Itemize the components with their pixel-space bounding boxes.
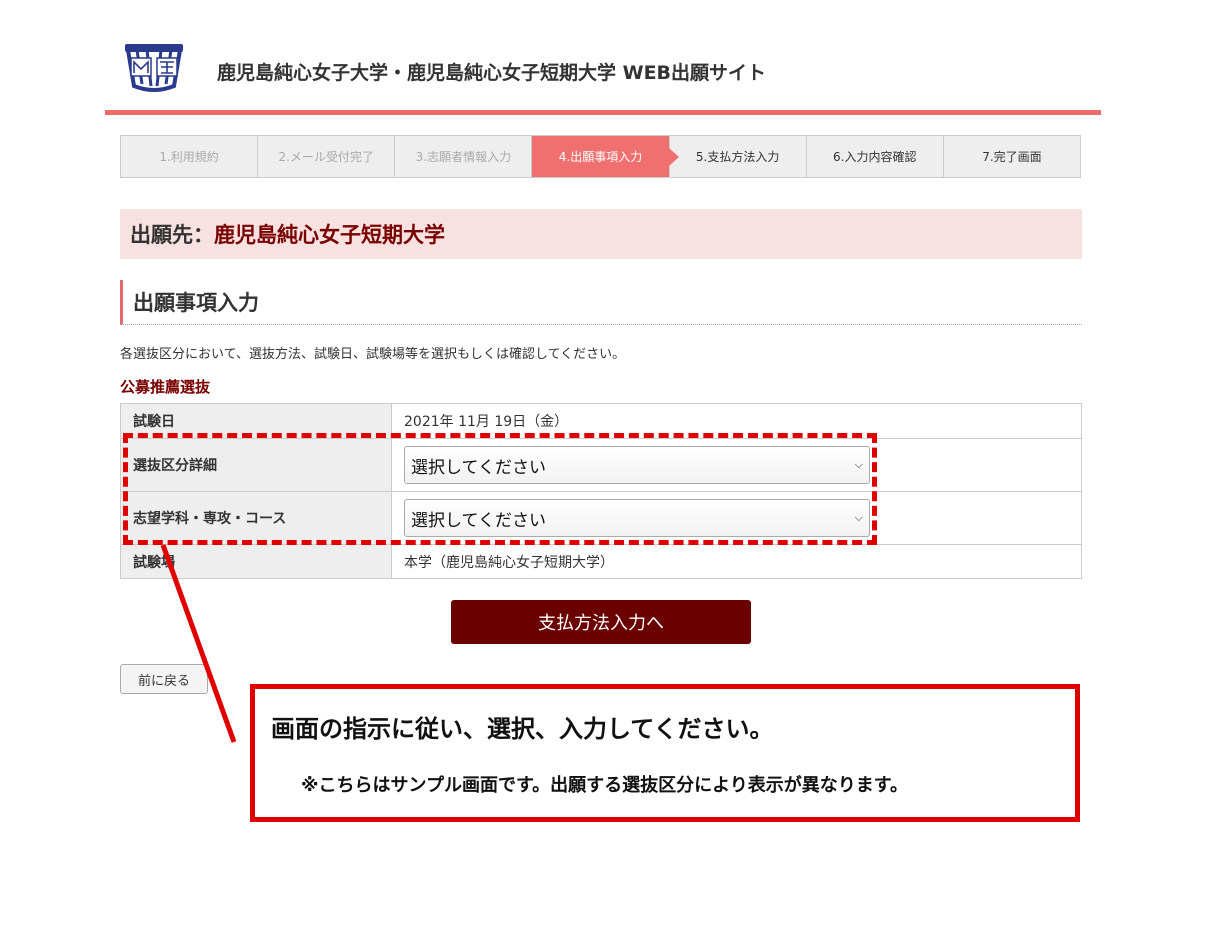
- site-title: 鹿児島純心女子大学・鹿児島純心女子短期大学 WEB出願サイト: [217, 62, 767, 84]
- step-payment-method: 5.支払方法入力: [669, 136, 807, 177]
- chevron-down-icon: ⌵: [854, 458, 863, 471]
- step-application-details: 4.出願事項入力: [532, 136, 670, 177]
- header-divider: [105, 110, 1101, 115]
- selection-category: 公募推薦選抜: [120, 378, 211, 396]
- destination-banner: 出願先： 鹿児島純心女子短期大学: [120, 209, 1082, 259]
- exam-date-value: 2021年 11月 19日（金）: [391, 403, 1082, 439]
- university-crest-icon[interactable]: [123, 42, 185, 92]
- application-form-table: 試験日 2021年 11月 19日（金） 選抜区分詳細 選択してください ⌵ 志…: [120, 403, 1082, 579]
- step-terms: 1.利用規約: [121, 136, 259, 177]
- department-select[interactable]: 選択してください ⌵: [404, 499, 870, 537]
- step-confirm: 6.入力内容確認: [806, 136, 944, 177]
- exam-date-label: 試験日: [120, 403, 392, 439]
- annotation-callout: 画面の指示に従い、選択、入力してください。 ※こちらはサンプル画面です。出願する…: [250, 684, 1080, 822]
- step-complete: 7.完了画面: [943, 136, 1080, 177]
- selection-detail-label: 選抜区分詳細: [120, 438, 392, 492]
- department-label: 志望学科・専攻・コース: [120, 491, 392, 545]
- selection-detail-selected-value: 選択してください: [411, 457, 546, 478]
- step-mail-received: 2.メール受付完了: [258, 136, 396, 177]
- site-header: 鹿児島純心女子大学・鹿児島純心女子短期大学 WEB出願サイト: [105, 30, 1101, 116]
- callout-note-text: ※こちらはサンプル画面です。出願する選抜区分により表示が異なります。: [301, 775, 908, 796]
- table-row: 試験日 2021年 11月 19日（金）: [120, 403, 1082, 439]
- back-button[interactable]: 前に戻る: [120, 664, 208, 694]
- progress-steps: 1.利用規約 2.メール受付完了 3.志願者情報入力 4.出願事項入力 5.支払…: [120, 135, 1081, 178]
- venue-value: 本学（鹿児島純心女子短期大学）: [391, 544, 1082, 579]
- department-selected-value: 選択してください: [411, 510, 546, 531]
- destination-name: 鹿児島純心女子短期大学: [214, 223, 445, 247]
- table-row: 試験場 本学（鹿児島純心女子短期大学）: [120, 544, 1082, 579]
- go-to-payment-button[interactable]: 支払方法入力へ: [451, 600, 751, 644]
- instruction-text: 各選抜区分において、選抜方法、試験日、試験場等を選択もしくは確認してください。: [120, 347, 626, 362]
- table-row: 志望学科・専攻・コース 選択してください ⌵: [120, 491, 1082, 545]
- step-applicant-info: 3.志願者情報入力: [395, 136, 533, 177]
- selection-detail-select[interactable]: 選択してください ⌵: [404, 446, 870, 484]
- destination-prefix: 出願先：: [130, 223, 214, 247]
- venue-label: 試験場: [120, 544, 392, 579]
- page-title: 出願事項入力: [120, 280, 1082, 325]
- callout-main-text: 画面の指示に従い、選択、入力してください。: [271, 715, 774, 743]
- table-row: 選抜区分詳細 選択してください ⌵: [120, 438, 1082, 492]
- chevron-down-icon: ⌵: [854, 511, 863, 524]
